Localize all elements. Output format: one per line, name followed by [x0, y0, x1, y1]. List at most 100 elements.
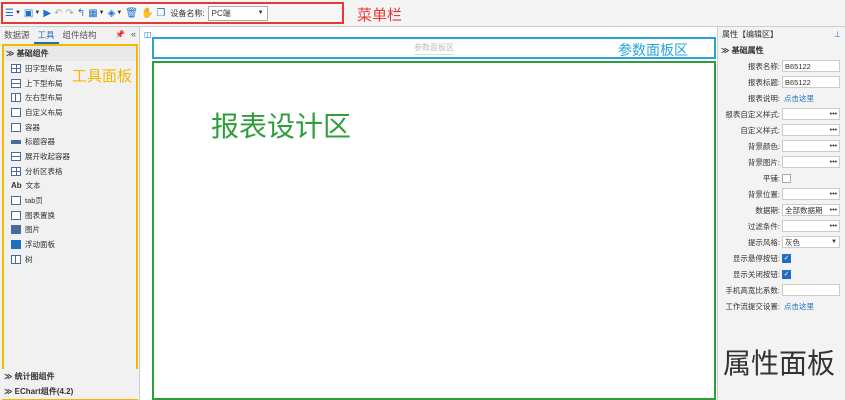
more-icon[interactable]: ••• [830, 191, 839, 198]
tab-icon [11, 196, 21, 206]
pin-icon[interactable]: 📌 [115, 30, 125, 39]
tab-tools[interactable]: 工具 [33, 27, 59, 44]
image-icon [11, 225, 21, 235]
tool-item-label: 图表置换 [25, 210, 55, 220]
play-icon: ▶ [43, 7, 52, 19]
preview-button[interactable]: ▶ [43, 5, 51, 21]
save-button[interactable]: ▣ ▼ [24, 5, 40, 21]
tool-item-expand-container[interactable]: 展开收起容器 [4, 149, 136, 164]
tool-item-label: 分析区表格 [25, 166, 63, 176]
property-input[interactable]: ••• [782, 220, 840, 232]
tool-item-image[interactable]: 图片 [4, 223, 136, 238]
tool-item-chart-swap[interactable]: 图表置换 [4, 208, 136, 223]
tool-item-table[interactable]: 分析区表格 [4, 164, 136, 179]
property-row: 报表自定义样式: ••• [718, 106, 845, 122]
menu-bar: ☰ ▼ ▣ ▼ ▶ ↶ ↷ ↰ ▦ ▼ ◈ ▼ 🗑 ✋ ❐ 设备名称: PC端 ▼ [1, 2, 344, 24]
redo-icon: ↷ [65, 7, 74, 19]
property-checkbox-wrap: ✓ [782, 269, 840, 279]
tool-item-label: 浮动面板 [25, 240, 55, 250]
undo-button[interactable]: ↶ [54, 5, 62, 21]
more-icon[interactable]: ••• [830, 159, 839, 166]
window-button[interactable]: ❐ [156, 5, 165, 21]
tool-item-tree[interactable]: 树 [4, 252, 136, 267]
menu-button[interactable]: ☰ ▼ [5, 5, 21, 21]
grid-layout-icon [11, 63, 21, 73]
collapse-left-icon[interactable]: « [131, 29, 136, 39]
property-checkbox[interactable]: ✓ [782, 253, 791, 263]
delete-button[interactable]: 🗑 [125, 5, 138, 21]
tool-item-horizontal-layout[interactable]: 左右型布局 [4, 90, 136, 105]
section-stats-components[interactable]: ≫ 统计图组件 [2, 369, 138, 384]
tool-item-container[interactable]: 容器 [4, 120, 136, 135]
back-button[interactable]: ↰ [77, 5, 85, 21]
drag-button[interactable]: ✋ [141, 5, 153, 21]
check-icon: ✓ [783, 255, 790, 262]
tool-item-title-container[interactable]: 标题容器 [4, 134, 136, 149]
property-input[interactable]: ••• [782, 156, 840, 168]
table-icon [11, 166, 21, 176]
more-icon[interactable]: ••• [830, 207, 839, 214]
pin-icon[interactable]: ⊥ [834, 27, 841, 43]
redo-button[interactable]: ↷ [65, 5, 73, 21]
layout-button[interactable]: ▦ ▼ [88, 5, 104, 21]
save-icon: ▣ [23, 7, 34, 19]
section-basic-properties[interactable]: ≫ 基础属性 [718, 43, 845, 58]
tool-item-label: 展开收起容器 [25, 151, 70, 161]
property-input[interactable]: B65122 [782, 76, 840, 88]
section-basic-components[interactable]: ≫ 基础组件 [4, 46, 136, 61]
chevron-down-icon: ▼ [831, 239, 837, 245]
property-input[interactable]: ••• [782, 140, 840, 152]
property-value: 点击这里 [784, 301, 814, 311]
property-select[interactable]: 灰色 ▼ [782, 236, 840, 248]
param-panel[interactable]: 参数面板区 参数面板区 [152, 37, 716, 59]
chevron-down-icon: ▼ [257, 10, 264, 16]
property-label: 报表名称: [747, 61, 780, 71]
more-icon[interactable]: ••• [830, 127, 839, 134]
trash-icon: 🗑 [125, 7, 138, 19]
tab-structure[interactable]: 组件结构 [59, 27, 101, 44]
property-list: 报表名称: B65122 报表标题: B65122 报表说明: 点击这里 报表自定义样式: •… [718, 58, 845, 314]
property-input[interactable]: ••• [782, 108, 840, 120]
property-panel-title: 属性【编辑区】 [722, 30, 778, 39]
property-label: 数据期: [755, 205, 780, 215]
property-link[interactable]: 点击这里 [782, 300, 840, 312]
property-link[interactable]: 点击这里 [782, 92, 840, 104]
tool-item-tab[interactable]: tab页 [4, 193, 136, 208]
property-row: 报表说明: 点击这里 [718, 90, 845, 106]
property-label: 自定义样式: [740, 125, 780, 135]
more-icon[interactable]: ••• [830, 143, 839, 150]
tool-item-custom-layout[interactable]: 自定义布局 [4, 105, 136, 120]
property-value: B65122 [785, 61, 811, 71]
property-row: 提示风格: 灰色 ▼ [718, 234, 845, 250]
chevron-down-icon: ▼ [98, 10, 105, 16]
paint-bucket-icon: ◈ [107, 7, 116, 19]
property-panel-header: 属性【编辑区】 ⊥ [718, 27, 845, 43]
tab-datasource[interactable]: 数据源 [0, 27, 34, 44]
property-input[interactable] [782, 284, 840, 296]
tool-item-text[interactable]: Ab 文本 [4, 179, 136, 194]
property-label: 显示关闭按钮: [732, 269, 780, 279]
property-input[interactable]: ••• [782, 188, 840, 200]
design-area[interactable]: 报表设计区 [152, 61, 716, 400]
more-icon[interactable]: ••• [830, 111, 839, 118]
report-designer: ☰ ▼ ▣ ▼ ▶ ↶ ↷ ↰ ▦ ▼ ◈ ▼ 🗑 ✋ ❐ 设备名称: PC端 ▼ 菜 [0, 0, 845, 400]
property-input[interactable]: 全部数据期 ••• [782, 204, 840, 216]
property-value: 灰色 [785, 237, 800, 247]
property-input[interactable]: B65122 [782, 60, 840, 72]
device-select[interactable]: PC端 ▼ [207, 5, 268, 21]
property-checkbox[interactable] [782, 173, 791, 183]
property-input[interactable]: ••• [782, 124, 840, 136]
more-icon[interactable]: ••• [830, 223, 839, 230]
format-button[interactable]: ◈ ▼ [108, 5, 123, 21]
property-row: 工作流提交设置: 点击这里 [718, 298, 845, 314]
center-area: ◫ 参数面板区 参数面板区 报表设计区 [141, 27, 717, 400]
canvas-corner-icon[interactable]: ◫ [144, 30, 152, 39]
left-panel: 数据源 工具 组件结构 📌 « ≫ 基础组件 田字型布局 上下型布局 左右型布局 [0, 27, 140, 400]
title-container-icon [11, 139, 21, 144]
property-panel-annotation: 属性面板 [723, 348, 836, 379]
tool-item-label: 容器 [25, 122, 40, 132]
property-checkbox[interactable]: ✓ [782, 269, 791, 279]
section-echart-components[interactable]: ≫ EChart组件(4.2) [2, 384, 138, 399]
tool-item-float-panel[interactable]: 浮动面板 [4, 237, 136, 252]
vertical-layout-icon [11, 78, 21, 88]
